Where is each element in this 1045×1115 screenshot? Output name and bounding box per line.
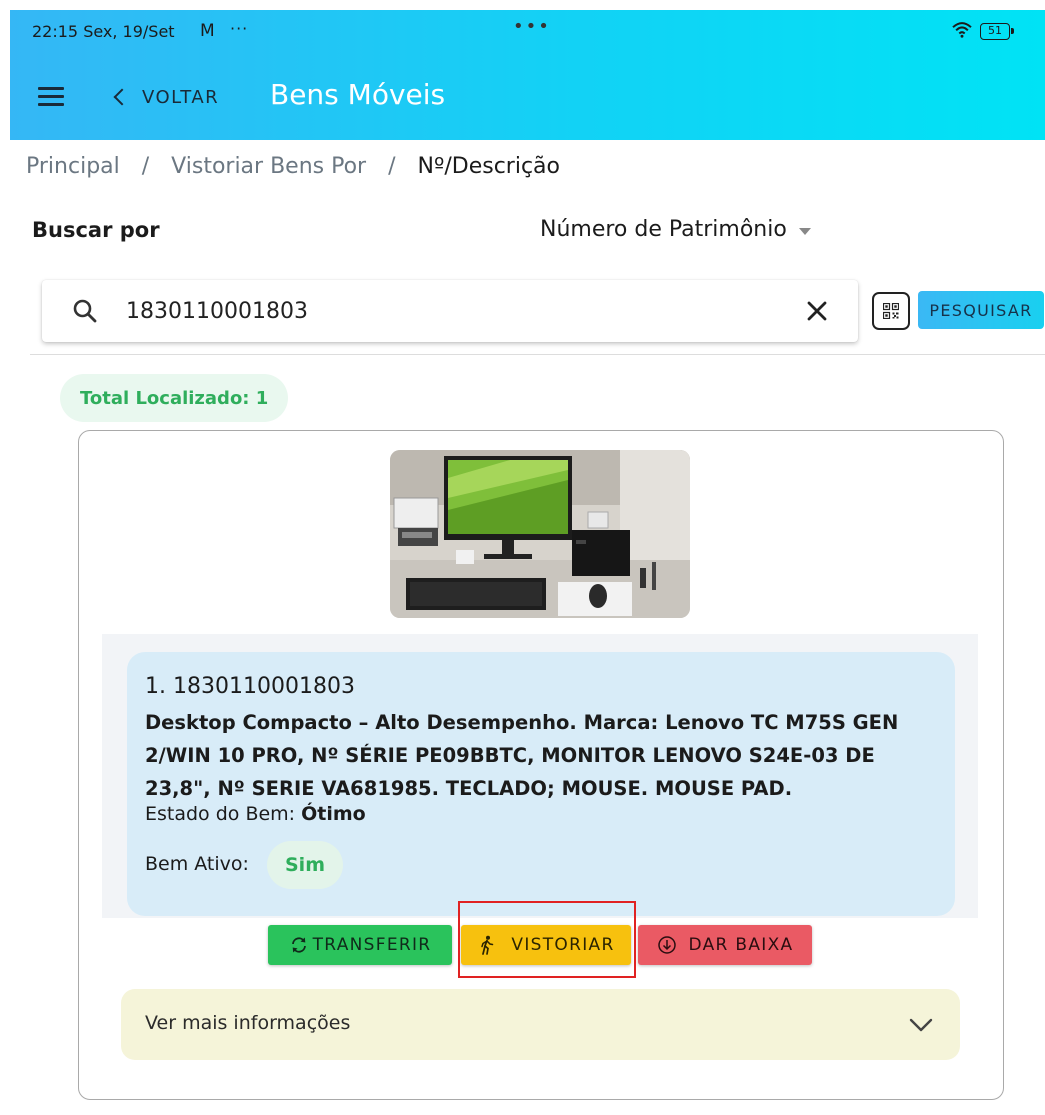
app-header: 22:15 Sex, 19/Set M ··· ••• 51 VOLTAR Be… [10, 10, 1045, 140]
item-active-label: Bem Ativo: [145, 853, 249, 875]
qr-scan-button[interactable] [872, 292, 910, 330]
chevron-down-icon [909, 1018, 933, 1032]
search-box [42, 280, 858, 342]
search-button[interactable]: PESQUISAR [918, 291, 1044, 329]
app-bar: VOLTAR Bens Móveis [10, 56, 1045, 140]
search-by-select[interactable]: Número de Patrimônio [540, 217, 811, 242]
arrow-down-circle-icon [657, 936, 676, 954]
total-found-badge: Total Localizado: 1 [60, 374, 289, 422]
more-notifications-icon: ··· [230, 19, 249, 38]
transfer-button[interactable]: TRANSFERIR [268, 925, 452, 965]
item-active-badge: Sim [267, 841, 343, 889]
inspect-button[interactable]: VISTORIAR [461, 925, 631, 965]
sync-icon [291, 937, 306, 953]
status-time: 22:15 Sex, 19/Set [32, 22, 175, 41]
multitask-dots-icon[interactable]: ••• [513, 16, 551, 37]
item-photo[interactable] [390, 450, 690, 618]
search-icon [73, 299, 97, 323]
search-by-label: Buscar por [32, 218, 160, 242]
wifi-icon [952, 22, 972, 38]
write-off-label: DAR BAIXA [688, 935, 794, 955]
more-info-expander[interactable]: Ver mais informações [121, 989, 960, 1060]
search-by-selected: Número de Patrimônio [540, 217, 787, 242]
item-state-value: Ótimo [301, 803, 366, 825]
item-state-label: Estado do Bem: [145, 803, 296, 825]
back-label: VOLTAR [142, 86, 220, 108]
breadcrumb-item-vistoriar[interactable]: Vistoriar Bens Por [171, 154, 366, 179]
breadcrumb-item-principal[interactable]: Principal [26, 154, 120, 179]
walking-person-icon [481, 935, 494, 955]
caret-down-icon [798, 227, 811, 235]
item-number: 1. 1830110001803 [145, 674, 355, 699]
breadcrumb-separator: / [388, 154, 396, 179]
search-input[interactable] [126, 294, 766, 328]
breadcrumb-separator: / [141, 154, 150, 179]
close-icon[interactable] [805, 299, 829, 323]
desktop-computer-photo [390, 450, 690, 618]
status-bar: 22:15 Sex, 19/Set M ··· ••• 51 [10, 10, 1045, 56]
item-state: Estado do Bem: Ótimo [145, 803, 366, 825]
write-off-button[interactable]: DAR BAIXA [638, 925, 812, 965]
battery-level: 51 [988, 24, 1002, 37]
inspect-label: VISTORIAR [511, 935, 615, 955]
breadcrumb-item-current: Nº/Descrição [417, 154, 560, 179]
transfer-label: TRANSFERIR [312, 935, 432, 955]
gmail-icon: M [200, 21, 215, 41]
qr-code-icon [883, 303, 899, 319]
page-title: Bens Móveis [270, 78, 446, 111]
menu-icon[interactable] [38, 87, 64, 107]
back-button[interactable]: VOLTAR [110, 80, 219, 114]
breadcrumb: Principal / Vistoriar Bens Por / Nº/Desc… [26, 154, 560, 179]
battery-icon: 51 [980, 23, 1014, 40]
chevron-left-icon [113, 88, 131, 106]
item-description: Desktop Compacto – Alto Desempenho. Marc… [145, 711, 899, 800]
more-info-label: Ver mais informações [145, 1012, 351, 1034]
